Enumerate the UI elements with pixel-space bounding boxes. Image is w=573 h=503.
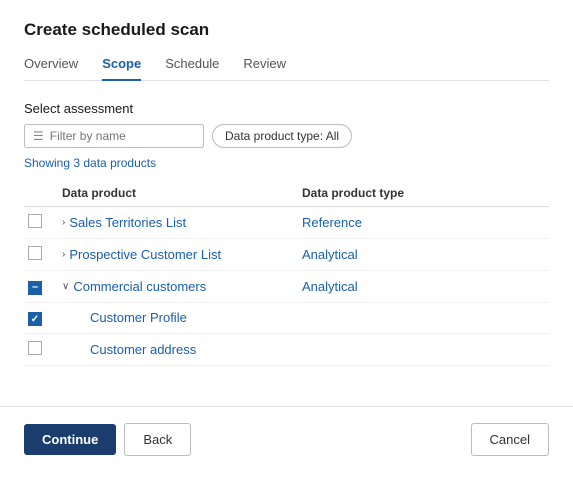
continue-button[interactable]: Continue (24, 424, 116, 455)
row-name: › Prospective Customer List (62, 247, 294, 262)
product-type: Analytical (302, 247, 358, 262)
product-name-link[interactable]: Prospective Customer List (69, 247, 221, 262)
product-name-link[interactable]: Commercial customers (73, 279, 206, 294)
table-row: › Prospective Customer List Analytical (24, 239, 549, 271)
chevron-right-icon[interactable]: › (62, 217, 65, 228)
product-type-button[interactable]: Data product type: All (212, 124, 352, 148)
row-name: › Sales Territories List (62, 215, 294, 230)
tab-schedule[interactable]: Schedule (165, 56, 219, 81)
section-label: Select assessment (24, 101, 549, 116)
page-container: Create scheduled scan Overview Scope Sch… (0, 0, 573, 503)
footer: Continue Back Cancel (0, 406, 573, 472)
row-checkbox[interactable] (28, 214, 42, 228)
row-name: Customer Profile (62, 310, 294, 325)
table-row: Customer Profile (24, 302, 549, 334)
product-name-link[interactable]: Customer address (90, 342, 196, 357)
back-button[interactable]: Back (124, 423, 191, 456)
product-type: Reference (302, 215, 362, 230)
row-checkbox[interactable] (28, 246, 42, 260)
filter-input-container: ☰ (24, 124, 204, 148)
row-checkbox[interactable] (28, 341, 42, 355)
product-name-link[interactable]: Sales Territories List (69, 215, 186, 230)
data-table: Data product Data product type › Sales Te… (24, 180, 549, 366)
table-row: Customer address (24, 334, 549, 366)
product-type: Analytical (302, 279, 358, 294)
page-title: Create scheduled scan (24, 20, 549, 40)
product-name-link[interactable]: Customer Profile (90, 310, 187, 325)
col-header-type: Data product type (294, 180, 549, 207)
filter-by-name-input[interactable] (50, 129, 180, 143)
row-name: Customer address (62, 342, 294, 357)
col-header-checkbox (24, 180, 54, 207)
filter-icon: ☰ (33, 129, 44, 143)
cancel-button[interactable]: Cancel (471, 423, 549, 456)
table-row: › Sales Territories List Reference (24, 207, 549, 239)
tab-scope[interactable]: Scope (102, 56, 141, 81)
tab-review[interactable]: Review (243, 56, 286, 81)
table-row: ∨ Commercial customers Analytical (24, 271, 549, 303)
tab-overview[interactable]: Overview (24, 56, 78, 81)
col-header-product: Data product (54, 180, 294, 207)
chevron-down-icon[interactable]: ∨ (62, 281, 69, 292)
chevron-right-icon[interactable]: › (62, 249, 65, 260)
row-checkbox[interactable] (28, 312, 42, 326)
filter-row: ☰ Data product type: All (24, 124, 549, 148)
row-checkbox[interactable] (28, 281, 42, 295)
row-name: ∨ Commercial customers (62, 279, 294, 294)
tabs: Overview Scope Schedule Review (24, 56, 549, 81)
showing-count: Showing 3 data products (24, 156, 549, 170)
